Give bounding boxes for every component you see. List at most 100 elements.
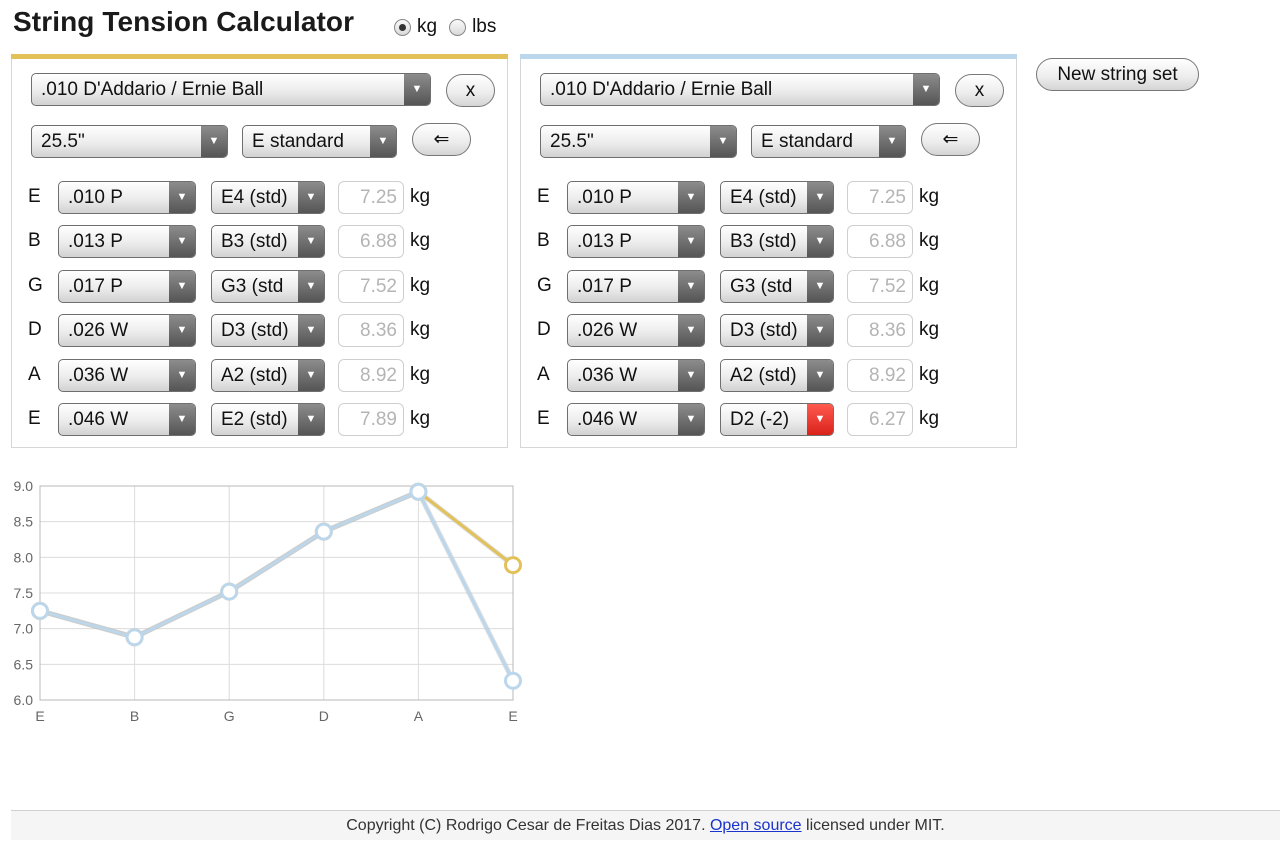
note-select[interactable]: E2 (std) ▼	[211, 403, 325, 436]
string-name-label: E	[28, 186, 41, 207]
tension-chart-svg: 9.08.58.07.57.06.56.0E B G D A E	[14, 478, 522, 724]
tension-unit-label: kg	[410, 408, 431, 429]
tension-unit-label: kg	[410, 363, 431, 385]
note-select-value: D2 (-2)	[730, 409, 790, 430]
note-select[interactable]: D3 (std) ▼	[211, 314, 325, 348]
data-point	[314, 522, 333, 541]
note-select-value: A2 (std)	[221, 364, 288, 386]
note-select[interactable]: D2 (-2) ▼	[720, 403, 834, 436]
scale-length-select-value: 25.5"	[41, 131, 85, 152]
chevron-down-icon: ▼	[298, 315, 324, 347]
page-title: String Tension Calculator	[13, 6, 355, 37]
tuning-select[interactable]: E standard ▼	[751, 125, 906, 158]
lbs-radio[interactable]	[449, 18, 467, 36]
note-select[interactable]: B3 (std) ▼	[720, 225, 834, 259]
x-tick-label: E	[35, 708, 44, 724]
remove-set-button[interactable]: x	[446, 74, 495, 107]
x-tick-label: E	[508, 708, 517, 724]
note-select[interactable]: G3 (std ▼	[720, 269, 834, 303]
tension-chart: 9.0 8.5 8.0 7.5 7.0 6.5 6.0 E B G D A E	[0, 470, 540, 730]
string-name-label: A	[537, 363, 550, 385]
gauge-select[interactable]: .010 P ▼	[58, 181, 196, 214]
note-select-value: D3 (std)	[221, 320, 289, 342]
panel-accent-bar	[11, 54, 508, 59]
string-set-select[interactable]: .010 D'Addario / Ernie Ball ▼	[31, 73, 431, 106]
chevron-down-icon: ▼	[169, 270, 195, 302]
chevron-down-icon: ▼	[807, 315, 833, 347]
lbs-radio-label[interactable]: lbs	[472, 16, 496, 38]
copy-left-arrow-button[interactable]: ⇐	[412, 123, 471, 156]
chevron-down-icon: ▼	[678, 359, 704, 391]
chevron-down-icon: ▼	[678, 270, 704, 302]
string-name-label: B	[537, 230, 550, 252]
tension-value-field: 8.92	[847, 358, 913, 392]
tension-unit-label: kg	[919, 274, 940, 296]
string-name-label: G	[28, 274, 43, 296]
string-name-label: E	[537, 186, 550, 207]
x-tick-label: G	[224, 708, 235, 724]
tension-unit-label: kg	[410, 274, 431, 296]
chevron-down-icon: ▼	[710, 126, 736, 157]
note-select-value: E4 (std)	[221, 187, 288, 208]
tension-unit-label: kg	[919, 408, 940, 429]
y-tick-label: 6.5	[14, 656, 34, 672]
gauge-select[interactable]: .017 P ▼	[58, 269, 196, 303]
note-select[interactable]: A2 (std) ▼	[720, 358, 834, 392]
string-name-label: A	[28, 363, 41, 385]
gauge-select[interactable]: .036 W ▼	[58, 358, 196, 392]
data-point	[31, 601, 49, 620]
series-shadow-line	[39, 488, 516, 682]
gauge-select[interactable]: .046 W ▼	[567, 403, 705, 436]
copy-left-arrow-button[interactable]: ⇐	[921, 123, 980, 156]
tension-value-field: 6.88	[338, 225, 404, 259]
gauge-select[interactable]: .013 P ▼	[58, 225, 196, 259]
note-select[interactable]: E4 (std) ▼	[720, 181, 834, 214]
chevron-down-icon: ▼	[404, 74, 430, 105]
remove-set-button[interactable]: x	[955, 74, 1004, 107]
footer-copyright: Copyright (C) Rodrigo Cesar de Freitas D…	[346, 817, 710, 834]
note-select[interactable]: D3 (std) ▼	[720, 314, 834, 348]
y-tick-label: 7.5	[14, 585, 34, 601]
gauge-select-value: .013 P	[577, 231, 632, 253]
x-tick-label: B	[130, 708, 139, 724]
gauge-select-value: .026 W	[577, 320, 638, 342]
chevron-down-icon: ▼	[913, 74, 939, 105]
gauge-select[interactable]: .046 W ▼	[58, 403, 196, 436]
scale-length-select[interactable]: 25.5" ▼	[540, 125, 737, 158]
gauge-select[interactable]: .026 W ▼	[58, 314, 196, 348]
gauge-select[interactable]: .010 P ▼	[567, 181, 705, 214]
string-set-select[interactable]: .010 D'Addario / Ernie Ball ▼	[540, 73, 940, 106]
data-point	[125, 628, 144, 647]
gauge-select-value: .026 W	[68, 320, 129, 342]
y-tick-label: 7.0	[14, 621, 34, 637]
new-string-set-button[interactable]: New string set	[1036, 58, 1199, 91]
note-select[interactable]: A2 (std) ▼	[211, 358, 325, 392]
tension-value-field: 6.88	[847, 225, 913, 259]
tension-value-field: 7.25	[847, 181, 913, 214]
kg-radio-label[interactable]: kg	[417, 16, 437, 38]
note-select-value: E4 (std)	[730, 187, 797, 208]
gauge-select[interactable]: .026 W ▼	[567, 314, 705, 348]
tuning-select[interactable]: E standard ▼	[242, 125, 397, 158]
gauge-select[interactable]: .013 P ▼	[567, 225, 705, 259]
data-point	[409, 482, 428, 501]
gauge-select-value: .010 P	[577, 187, 632, 208]
tuning-select-value: E standard	[761, 131, 853, 152]
footer: Copyright (C) Rodrigo Cesar de Freitas D…	[11, 810, 1280, 840]
open-source-link[interactable]: Open source	[710, 817, 802, 834]
x-tick-label: A	[414, 708, 424, 724]
gauge-select[interactable]: .017 P ▼	[567, 269, 705, 303]
gauge-select[interactable]: .036 W ▼	[567, 358, 705, 392]
string-name-label: E	[537, 408, 550, 429]
note-select[interactable]: E4 (std) ▼	[211, 181, 325, 214]
chevron-down-icon: ▼	[298, 359, 324, 391]
note-select[interactable]: G3 (std ▼	[211, 269, 325, 303]
tension-value-field: 6.27	[847, 403, 913, 436]
scale-length-select[interactable]: 25.5" ▼	[31, 125, 228, 158]
data-point	[504, 556, 522, 575]
chevron-down-icon: ▼	[169, 315, 195, 347]
note-select[interactable]: B3 (std) ▼	[211, 225, 325, 259]
kg-radio[interactable]	[394, 18, 411, 36]
gauge-select-value: .010 P	[68, 187, 123, 208]
gauge-select-value: .046 W	[68, 409, 129, 430]
